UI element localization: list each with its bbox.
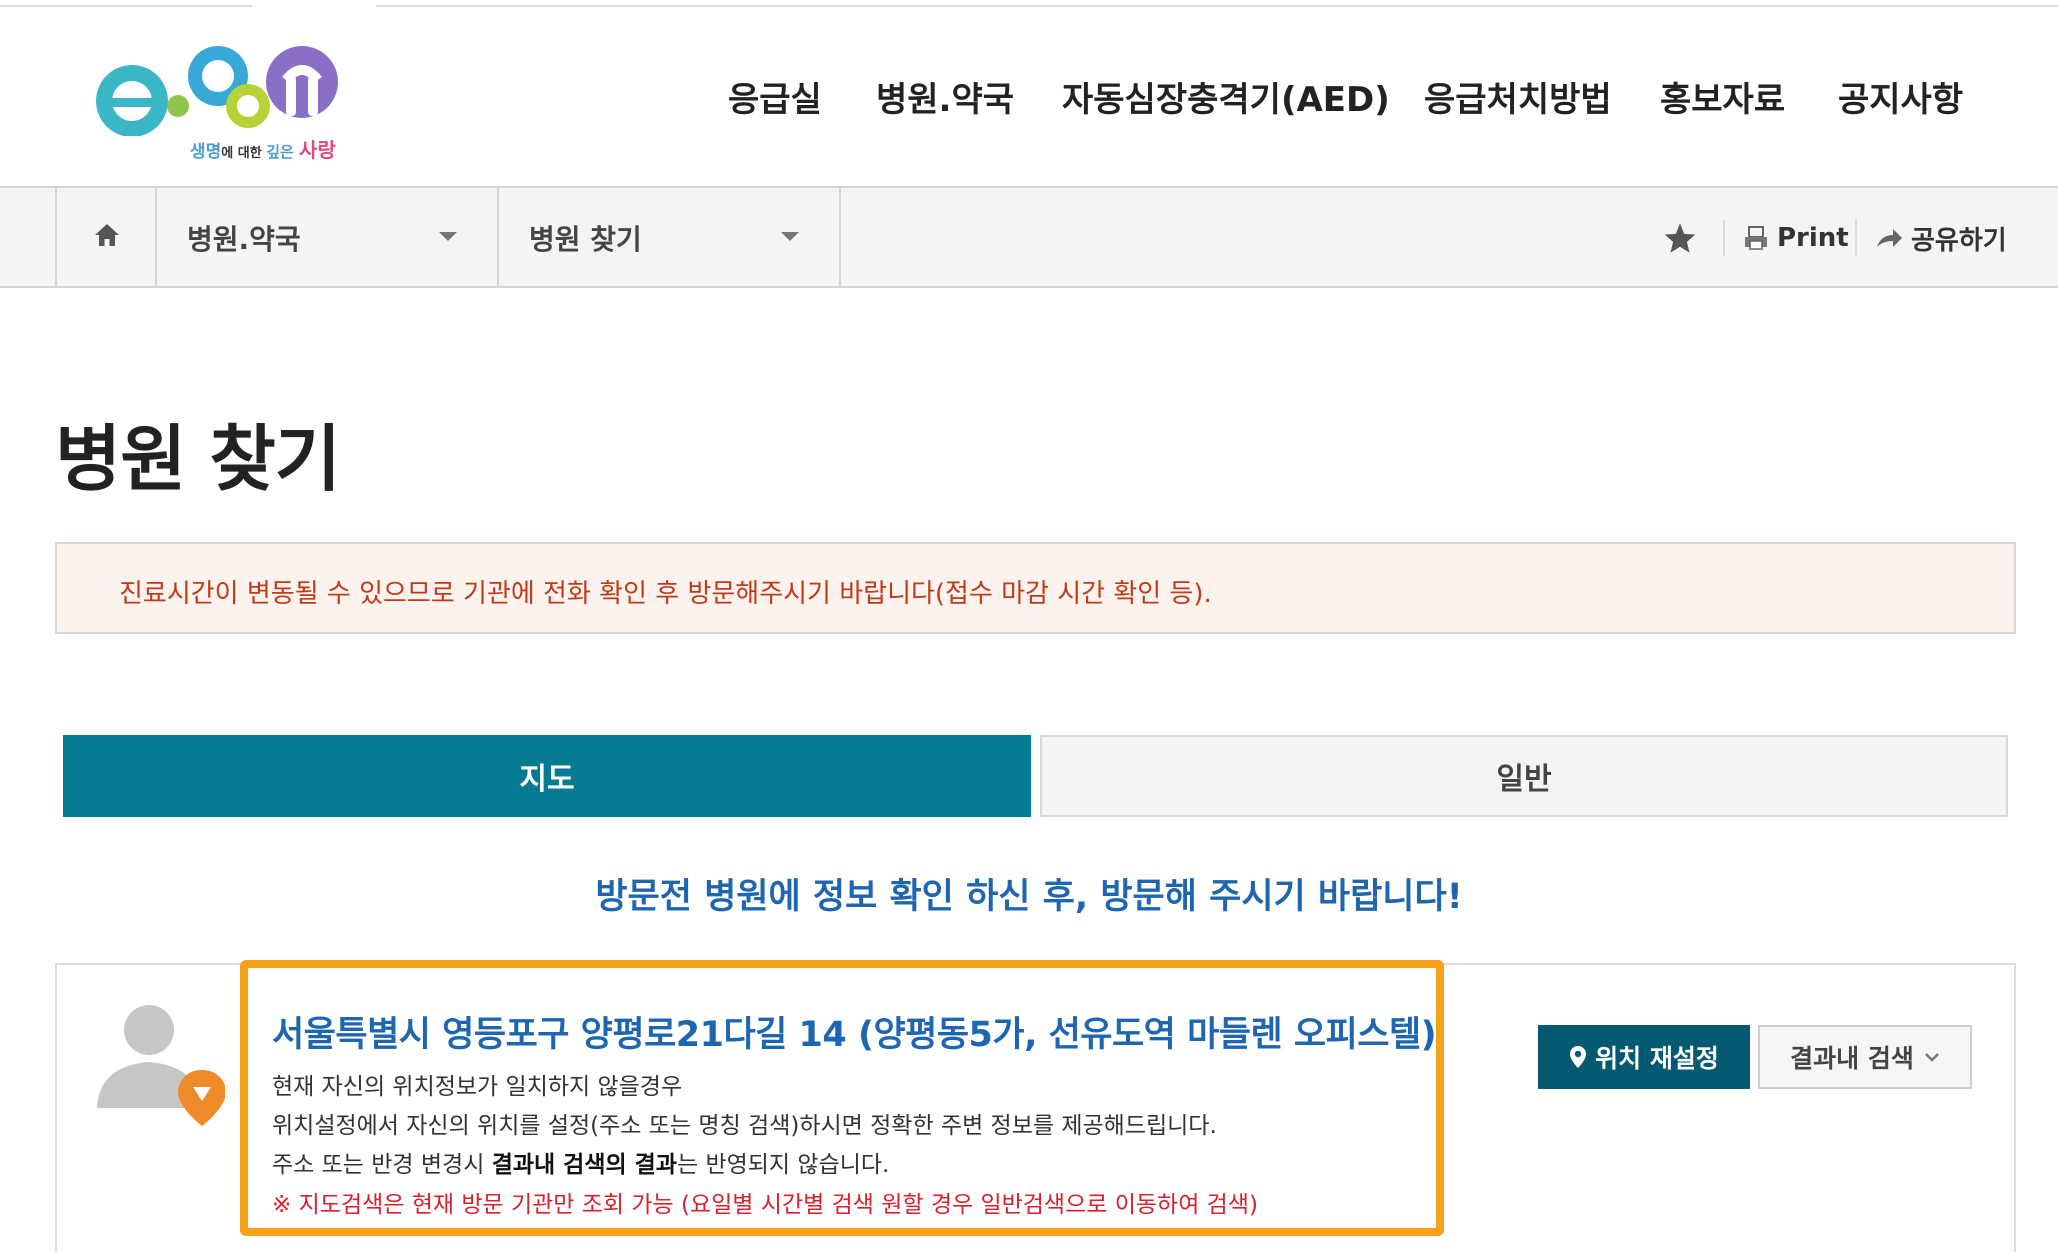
user-location-icon: [97, 1005, 226, 1126]
logo-tagline: 생명에 대한 깊은 사랑: [190, 138, 336, 162]
nav-item-hospital-pharmacy[interactable]: 병원.약국: [876, 72, 1014, 121]
reset-location-button[interactable]: 위치 재설정: [1538, 1025, 1750, 1089]
tab-general-label: 일반: [1496, 762, 1552, 797]
page-title: 병원 찾기: [55, 417, 341, 501]
chevron-down-icon: [1925, 1053, 1939, 1062]
map-search-warning: ※ 지도검색은 현재 방문 기관만 조회 가능 (요일별 시간별 검색 원할 경…: [272, 1192, 1258, 1218]
nav-item-notice[interactable]: 공지사항: [1838, 72, 1963, 121]
breadcrumb-depth1-select[interactable]: 병원.약국: [155, 188, 499, 286]
result-search-label: 결과내 검색: [1790, 1044, 1914, 1073]
visit-message: 방문전 병원에 정보 확인 하신 후, 방문해 주시기 바랍니다!: [595, 877, 1463, 917]
share-button[interactable]: 공유하기: [1875, 218, 2007, 258]
breadcrumb-home[interactable]: [55, 188, 157, 286]
print-icon: [1745, 226, 1767, 250]
result-search-emphasis: 결과내 검색의 결과: [491, 1152, 677, 1178]
print-button[interactable]: Print: [1743, 218, 1849, 258]
map-pin-icon: [1570, 1046, 1587, 1068]
user-avatar: [95, 1000, 226, 1130]
chevron-down-icon: [439, 232, 457, 241]
breadcrumb-depth1-label: 병원.약국: [187, 223, 301, 256]
nav-item-promotion[interactable]: 홍보자료: [1660, 72, 1785, 121]
notice-text: 진료시간이 변동될 수 있으므로 기관에 전화 확인 후 방문해주시기 바랍니다…: [119, 579, 1212, 609]
utility-divider: [1855, 220, 1857, 256]
home-icon: [95, 224, 119, 246]
share-label: 공유하기: [1911, 225, 2007, 256]
breadcrumb-depth2-label: 병원 찾기: [529, 223, 642, 256]
breadcrumb: 병원.약국 병원 찾기 Print 공유하기: [0, 188, 2058, 288]
share-arrow-icon: [1877, 229, 1902, 247]
result-search-button[interactable]: 결과내 검색: [1758, 1025, 1972, 1089]
tab-general[interactable]: 일반: [1040, 735, 2008, 817]
tab-map-label: 지도: [519, 762, 575, 797]
nav-item-aed[interactable]: 자동심장충격기(AED): [1062, 72, 1390, 121]
location-info-line-3: 주소 또는 반경 변경시 결과내 검색의 결과는 반영되지 않습니다.: [272, 1152, 890, 1178]
utility-divider: [1723, 220, 1725, 256]
favorite-button[interactable]: [1663, 218, 1697, 258]
subnav-utility-area: Print 공유하기: [839, 188, 2058, 286]
tab-map[interactable]: 지도: [63, 735, 1031, 817]
nav-item-first-aid[interactable]: 응급처치방법: [1424, 72, 1612, 121]
nav-item-emergency-room[interactable]: 응급실: [728, 72, 822, 121]
location-info-line-2: 위치설정에서 자신의 위치를 설정(주소 또는 명칭 검색)하시면 정확한 주변…: [272, 1113, 1217, 1139]
main-navigation: 응급실 병원.약국 자동심장충격기(AED) 응급처치방법 홍보자료 공지사항: [0, 72, 2058, 122]
notice-box: 진료시간이 변동될 수 있으므로 기관에 전화 확인 후 방문해주시기 바랍니다…: [55, 542, 2016, 634]
breadcrumb-depth2-select[interactable]: 병원 찾기: [497, 188, 841, 286]
current-address: 서울특별시 영등포구 양평로21다길 14 (양평동5가, 선유도역 마들렌 오…: [272, 1015, 1437, 1055]
location-info-line-1: 현재 자신의 위치정보가 일치하지 않을경우: [272, 1074, 683, 1100]
star-icon: [1664, 223, 1696, 253]
print-label: Print: [1777, 223, 1849, 253]
chevron-down-icon: [781, 232, 799, 241]
site-header: 생명에 대한 깊은 사랑 응급실 병원.약국 자동심장충격기(AED) 응급처치…: [0, 0, 2058, 188]
reset-location-label: 위치 재설정: [1595, 1044, 1719, 1073]
